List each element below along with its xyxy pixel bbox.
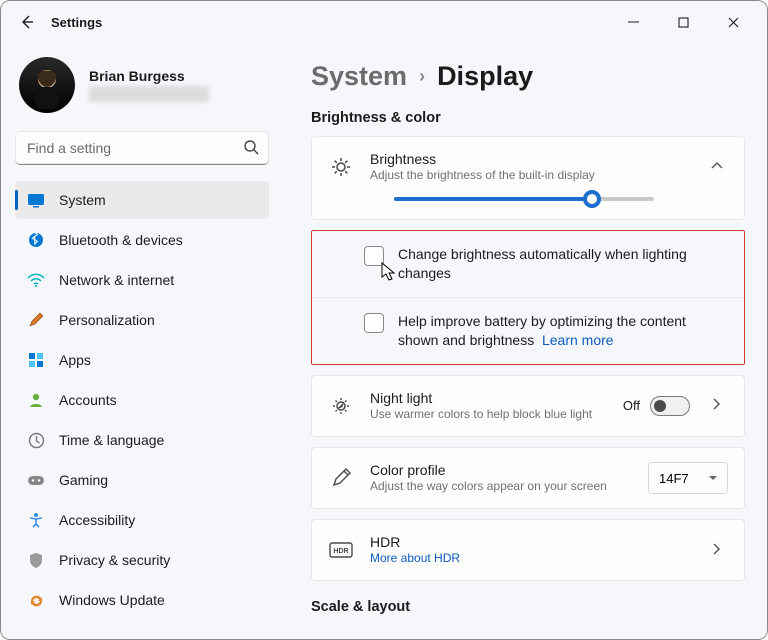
breadcrumb: System › Display <box>311 61 745 92</box>
section-scale-layout: Scale & layout <box>311 599 745 615</box>
brightness-sub: Adjust the brightness of the built-in di… <box>370 167 690 183</box>
breadcrumb-parent[interactable]: System <box>311 61 407 92</box>
chevron-right-icon: › <box>419 66 425 87</box>
sidebar-item-bluetooth[interactable]: Bluetooth & devices <box>15 221 269 259</box>
close-button[interactable] <box>711 7 755 37</box>
auto-brightness-label: Change brightness automatically when lig… <box>398 245 728 283</box>
wifi-icon <box>27 271 45 289</box>
shield-icon <box>27 551 45 569</box>
sidebar-item-personalization[interactable]: Personalization <box>15 301 269 339</box>
sidebar-item-time-language[interactable]: Time & language <box>15 421 269 459</box>
night-light-title: Night light <box>370 390 607 406</box>
profile-block[interactable]: Brian Burgess <box>15 51 269 127</box>
learn-more-link[interactable]: Learn more <box>542 332 614 348</box>
sidebar-item-network[interactable]: Network & internet <box>15 261 269 299</box>
auto-brightness-checkbox[interactable] <box>364 246 384 266</box>
brightness-slider-row <box>312 197 744 219</box>
chevron-right-icon[interactable] <box>706 398 728 413</box>
brightness-slider[interactable] <box>394 197 654 201</box>
page-title: Display <box>437 61 533 92</box>
brightness-card: Brightness Adjust the brightness of the … <box>311 136 745 220</box>
gaming-icon <box>27 471 45 489</box>
titlebar: Settings <box>1 1 767 43</box>
sidebar-item-label: Network & internet <box>59 272 174 288</box>
close-icon <box>728 17 739 28</box>
color-profile-card[interactable]: Color profile Adjust the way colors appe… <box>311 447 745 509</box>
section-brightness-color: Brightness & color <box>311 110 745 126</box>
sidebar-item-label: Time & language <box>59 432 164 448</box>
nav: System Bluetooth & devices Network & int… <box>15 181 269 619</box>
slider-fill <box>394 197 592 201</box>
sidebar-item-windows-update[interactable]: Windows Update <box>15 581 269 619</box>
brightness-icon <box>328 156 354 178</box>
globe-clock-icon <box>27 431 45 449</box>
sidebar-item-label: System <box>59 192 106 208</box>
maximize-button[interactable] <box>661 7 705 37</box>
brightness-header[interactable]: Brightness Adjust the brightness of the … <box>312 137 744 197</box>
brightness-title: Brightness <box>370 151 690 167</box>
sidebar-item-system[interactable]: System <box>15 181 269 219</box>
sidebar-item-label: Privacy & security <box>59 552 170 568</box>
night-light-card[interactable]: Night light Use warmer colors to help bl… <box>311 375 745 437</box>
maximize-icon <box>678 17 689 28</box>
sidebar-item-label: Bluetooth & devices <box>59 232 183 248</box>
sidebar-item-privacy[interactable]: Privacy & security <box>15 541 269 579</box>
sidebar-item-label: Windows Update <box>59 592 165 608</box>
hdr-title: HDR <box>370 534 690 550</box>
battery-optimize-checkbox[interactable] <box>364 313 384 333</box>
battery-optimize-label: Help improve battery by optimizing the c… <box>398 312 728 350</box>
highlighted-options: Change brightness automatically when lig… <box>311 230 745 365</box>
avatar <box>19 57 75 113</box>
color-profile-title: Color profile <box>370 462 632 478</box>
minimize-icon <box>628 17 639 28</box>
color-profile-sub: Adjust the way colors appear on your scr… <box>370 478 632 494</box>
main-panel: System › Display Brightness & color Brig… <box>283 43 767 639</box>
sidebar-item-label: Accounts <box>59 392 117 408</box>
profile-name: Brian Burgess <box>89 68 209 84</box>
sidebar-item-accessibility[interactable]: Accessibility <box>15 501 269 539</box>
sidebar-item-label: Personalization <box>59 312 155 328</box>
battery-optimize-row[interactable]: Help improve battery by optimizing the c… <box>312 297 744 364</box>
collapse-chevron-icon[interactable] <box>706 159 728 176</box>
update-icon <box>27 591 45 609</box>
search-input[interactable] <box>15 131 269 165</box>
night-light-toggle-label: Off <box>623 398 640 413</box>
window-title: Settings <box>51 15 102 30</box>
accessibility-icon <box>27 511 45 529</box>
hdr-more-link[interactable]: More about HDR <box>370 551 460 565</box>
sidebar-item-label: Gaming <box>59 472 108 488</box>
apps-icon <box>27 351 45 369</box>
back-arrow-icon <box>19 14 35 30</box>
pen-icon <box>328 467 354 489</box>
color-profile-dropdown[interactable]: 14F7 <box>648 462 728 494</box>
search-wrapper <box>15 131 269 165</box>
sidebar-item-accounts[interactable]: Accounts <box>15 381 269 419</box>
system-icon <box>27 191 45 209</box>
slider-thumb[interactable] <box>583 190 601 208</box>
bluetooth-icon <box>27 231 45 249</box>
paintbrush-icon <box>27 311 45 329</box>
minimize-button[interactable] <box>611 7 655 37</box>
sidebar-item-label: Accessibility <box>59 512 135 528</box>
hdr-card[interactable]: HDR HDR More about HDR <box>311 519 745 581</box>
profile-email-redacted <box>89 86 209 102</box>
chevron-right-icon[interactable] <box>706 543 728 558</box>
svg-text:HDR: HDR <box>333 548 348 555</box>
hdr-icon: HDR <box>328 542 354 558</box>
back-button[interactable] <box>13 8 41 36</box>
sidebar-item-gaming[interactable]: Gaming <box>15 461 269 499</box>
night-light-toggle[interactable] <box>650 396 690 416</box>
auto-brightness-row[interactable]: Change brightness automatically when lig… <box>312 231 744 297</box>
person-icon <box>27 391 45 409</box>
sidebar: Brian Burgess System Bluetooth & devices <box>1 43 283 639</box>
night-light-icon <box>328 395 354 417</box>
night-light-sub: Use warmer colors to help block blue lig… <box>370 406 607 422</box>
sidebar-item-apps[interactable]: Apps <box>15 341 269 379</box>
search-icon <box>243 139 259 160</box>
sidebar-item-label: Apps <box>59 352 91 368</box>
